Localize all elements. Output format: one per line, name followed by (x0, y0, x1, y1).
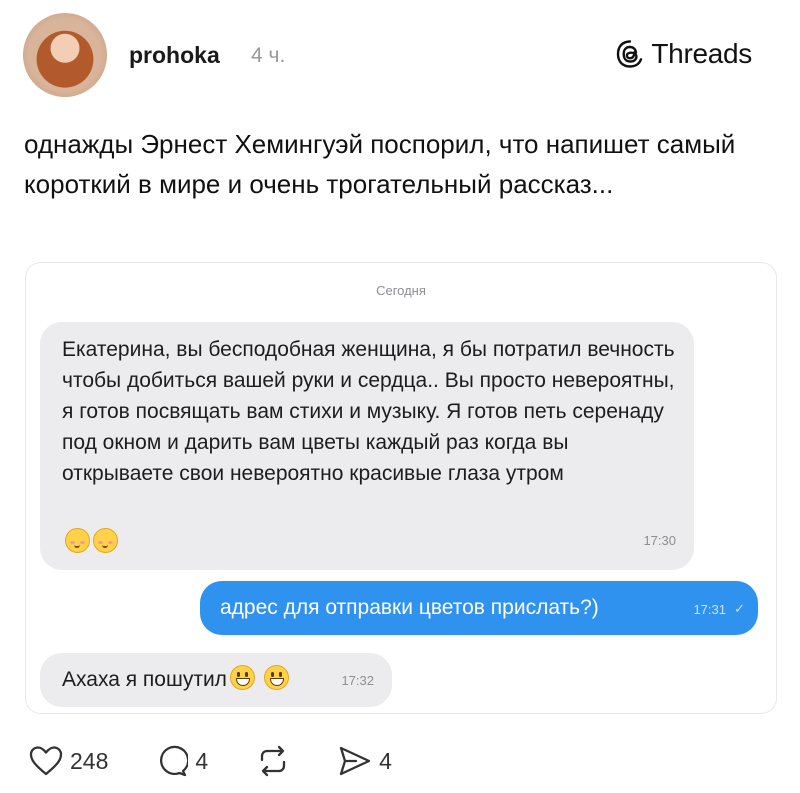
outgoing-message: адрес для отправки цветов прислать?) 17:… (200, 581, 758, 635)
post-text: однажды Эрнест Хемингуэй поспорил, что н… (24, 129, 736, 199)
post-header: prohoka 4 ч. Threads (0, 0, 800, 115)
message-time: 17:32 (341, 673, 374, 688)
avatar[interactable] (23, 13, 107, 97)
like-button[interactable]: 248 (29, 745, 108, 777)
post-time: 4 ч. (251, 44, 286, 67)
grinning-face-icon (229, 665, 255, 690)
message-text: Екатерина, вы бесподобная женщина, я бы … (62, 338, 675, 485)
share-count: 4 (379, 747, 392, 774)
threads-logo: Threads (615, 38, 752, 70)
incoming-message: Ахаха я пошутил 17:32 (40, 653, 392, 707)
share-button[interactable]: 4 (338, 745, 392, 777)
threads-icon (617, 40, 643, 68)
smiling-face-icon (93, 528, 118, 553)
username[interactable]: prohoka (129, 42, 220, 69)
chat-date-label: Сегодня (376, 283, 426, 298)
comment-icon (160, 745, 189, 777)
chat-screenshot: Сегодня Екатерина, вы бесподобная женщин… (25, 262, 777, 714)
read-check-icon: ✓ (734, 601, 745, 616)
post-actions: 248 4 4 (29, 741, 440, 781)
message-text: Ахаха я пошутил (62, 668, 227, 691)
repost-icon (261, 745, 286, 777)
repost-button[interactable] (256, 745, 290, 777)
emoji-row (62, 527, 118, 558)
reply-count: 4 (195, 747, 209, 774)
incoming-message: Екатерина, вы бесподобная женщина, я бы … (40, 322, 694, 570)
brand-label: Threads (651, 38, 752, 69)
like-count: 248 (70, 747, 109, 774)
grinning-face-icon (263, 665, 289, 690)
smiling-face-icon (65, 528, 90, 553)
reply-button[interactable]: 4 (156, 745, 208, 777)
message-time: 17:31 (693, 602, 726, 617)
heart-icon (29, 746, 63, 776)
send-icon (340, 746, 371, 776)
message-text: адрес для отправки цветов прислать?) (220, 596, 599, 619)
message-time: 17:30 (643, 533, 676, 548)
